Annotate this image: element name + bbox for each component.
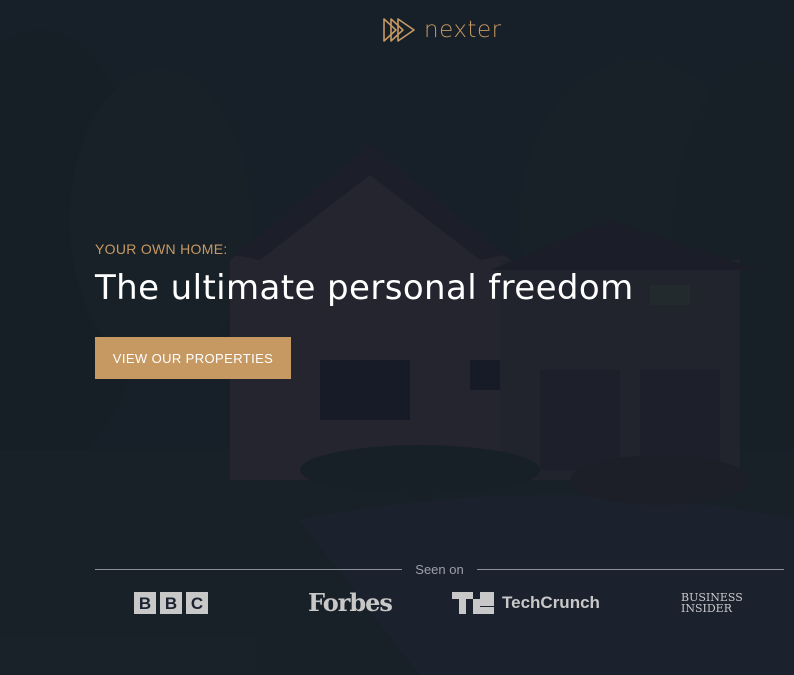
hero-eyebrow: YOUR OWN HOME: xyxy=(95,241,228,257)
bbc-letter-3: C xyxy=(191,594,203,613)
bbc-logo-mark: B BC xyxy=(134,592,208,614)
seen-on-divider: Seen on xyxy=(95,559,784,579)
forbes-logo: Forbes xyxy=(308,588,393,617)
hero-headline: The ultimate personal freedom xyxy=(95,268,634,308)
bbc-letter-1: B xyxy=(139,594,151,613)
business-insider-logo: BUSINESS INSIDER xyxy=(681,592,743,614)
divider-line-left xyxy=(95,568,403,570)
seen-on-label: Seen on xyxy=(415,561,464,577)
forbes-wordmark: Forbes xyxy=(308,588,393,617)
nexter-play-triangles-icon xyxy=(383,18,415,42)
view-properties-button[interactable]: VIEW OUR PROPERTIES xyxy=(95,337,291,379)
techcrunch-wordmark: TechCrunch xyxy=(502,593,600,612)
nexter-logo[interactable]: nexter xyxy=(382,16,502,44)
hero-section: nexter YOUR OWN HOME: The ultimate perso… xyxy=(0,0,794,675)
brand-name: nexter xyxy=(424,17,502,43)
techcrunch-logo: TechCrunch xyxy=(452,592,600,614)
techcrunch-tc-icon xyxy=(452,592,494,614)
divider-line-right xyxy=(476,568,784,570)
bbc-letter-2: B xyxy=(165,594,177,613)
bbc-logo: B BC xyxy=(134,592,208,614)
business-insider-line-2: INSIDER xyxy=(681,602,732,615)
